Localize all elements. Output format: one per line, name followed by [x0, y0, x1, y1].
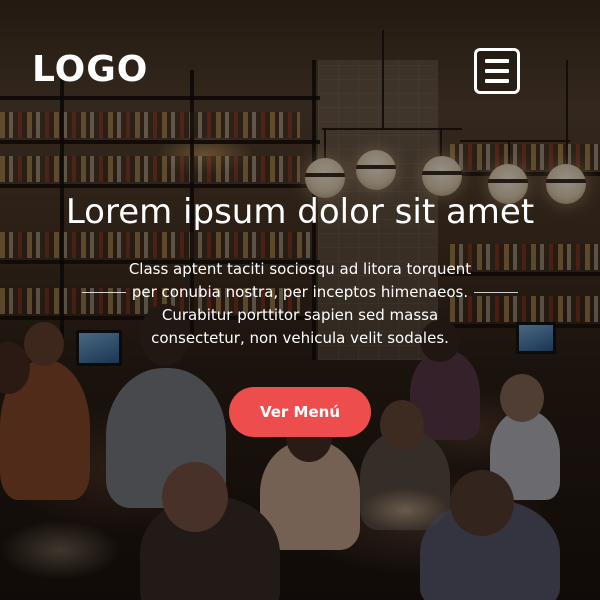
- logo[interactable]: LOGO: [32, 52, 148, 88]
- hero-subtext: Class aptent taciti sociosqu ad litora t…: [50, 258, 550, 350]
- view-menu-button[interactable]: Ver Menú: [229, 387, 371, 437]
- hero-subtext-line: Class aptent taciti sociosqu ad litora t…: [128, 260, 472, 278]
- divider-right: [474, 292, 519, 293]
- menu-toggle-button[interactable]: [474, 48, 520, 94]
- hero-headline: Lorem ipsum dolor sit amet: [65, 192, 535, 232]
- hero-subtext-line: consectetur, non vehicula velit sodales.: [151, 329, 449, 347]
- hero-subtext-line: per conubia nostra, per inceptos himenae…: [131, 283, 469, 301]
- hero-subtext-line: Curabitur porttitor sapien sed massa: [161, 306, 439, 324]
- divider-left: [81, 292, 126, 293]
- hero-subtext-line-with-rules: per conubia nostra, per inceptos himenae…: [50, 281, 550, 304]
- hero-section: LOGO Lorem ipsum dolor sit amet Class ap…: [0, 0, 600, 600]
